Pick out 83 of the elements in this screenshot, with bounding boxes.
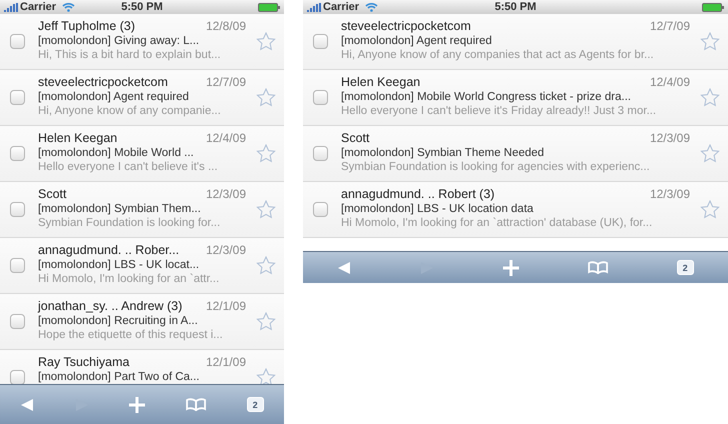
message-subject: [momolondon] Agent required: [341, 35, 493, 47]
message-snippet: Hope the etiquette of this request i...: [38, 329, 224, 341]
message-date: 12/3/09: [206, 243, 246, 257]
signal-icon: [4, 2, 18, 12]
checkbox[interactable]: [313, 202, 328, 217]
message-subject: [momolondon] Part Two of Ca...: [38, 371, 201, 383]
message-snippet: Hi Momolo, I'm looking for an `attr...: [38, 273, 220, 285]
star-icon[interactable]: [256, 88, 276, 107]
message-subject: [momolondon] Recruiting in A...: [38, 315, 199, 327]
wifi-icon: [62, 2, 76, 12]
message-date: 12/4/09: [650, 75, 690, 89]
sender-name: Scott: [341, 131, 370, 145]
sender-name: jonathan_sy. .. Andrew (3): [38, 299, 182, 313]
star-icon[interactable]: [256, 200, 276, 219]
book-icon[interactable]: [588, 261, 608, 274]
message-subject: [momolondon] Mobile World ...: [38, 147, 195, 159]
sender-name: Jeff Tupholme (3): [38, 19, 136, 33]
message-snippet: Hi, Anyone know of any companies that act as Agents for br...: [341, 49, 655, 61]
star-icon[interactable]: [256, 32, 276, 51]
back-icon[interactable]: [20, 398, 34, 412]
message-date: 12/7/09: [650, 19, 690, 33]
checkbox[interactable]: [10, 314, 25, 329]
sender-name: Helen Keegan: [38, 131, 118, 145]
message-subject: [momolondon] Agent required: [38, 91, 190, 103]
message-subject: [momolondon] Giving away: L...: [38, 35, 200, 47]
message-date: 12/3/09: [206, 187, 246, 201]
message-date: 12/3/09: [650, 131, 690, 145]
add-icon[interactable]: [129, 396, 146, 412]
battery-icon: [258, 2, 280, 12]
message-date: 12/8/09: [206, 19, 246, 33]
message-subject: [momolondon] LBS - UK location data: [341, 203, 534, 215]
message-snippet: Hi Momolo, I'm looking for an `attraction' database (UK), for...: [341, 217, 654, 229]
star-icon[interactable]: [700, 88, 720, 107]
carrier-name: Carrier: [323, 1, 360, 13]
message-snippet: Hello everyone I can't believe it's ...: [38, 161, 219, 173]
carrier-name: Carrier: [20, 1, 56, 13]
message-snippet: Symbian Foundation is looking for...: [38, 217, 222, 229]
book-icon[interactable]: [186, 398, 206, 411]
sender-name: Helen Keegan: [341, 75, 420, 89]
star-icon[interactable]: [700, 200, 720, 219]
add-icon[interactable]: [502, 260, 519, 276]
message-snippet: Hello everyone I can't believe it's Friday already!! Just 3 mor...: [341, 105, 658, 117]
sender-name: Ray Tsuchiyama: [38, 355, 130, 369]
star-icon[interactable]: [700, 32, 720, 51]
checkbox[interactable]: [10, 90, 25, 105]
message-date: 12/4/09: [206, 131, 246, 145]
status-time: 5:50 PM: [121, 1, 163, 13]
message-subject: [momolondon] Symbian Theme Needed: [341, 147, 546, 159]
checkbox[interactable]: [313, 90, 328, 105]
message-snippet: Hi, This is a bit hard to explain but...: [38, 49, 222, 61]
message-subject: [momolondon] Mobile World Congress ticket - prize dra...: [341, 91, 632, 103]
checkbox[interactable]: [10, 202, 25, 217]
message-subject: [momolondon] Symbian Them...: [38, 203, 202, 215]
star-icon[interactable]: [256, 368, 276, 384]
message-snippet: Hi, Anyone know of any companie...: [38, 105, 222, 117]
status-time: 5:50 PM: [494, 1, 536, 13]
message-snippet: Symbian Foundation is looking for agencies with experienc...: [341, 161, 651, 173]
checkbox[interactable]: [10, 258, 25, 273]
checkbox[interactable]: [10, 146, 25, 161]
sender-name: Scott: [38, 187, 66, 201]
message-date: 12/1/09: [206, 355, 246, 369]
checkbox[interactable]: [10, 370, 25, 384]
checkbox[interactable]: [313, 146, 328, 161]
checkbox[interactable]: [10, 34, 25, 49]
star-icon[interactable]: [256, 144, 276, 163]
message-subject: [momolondon] LBS - UK locat...: [38, 259, 200, 271]
message-date: 12/7/09: [206, 75, 246, 89]
battery-icon: [702, 2, 724, 12]
sender-name: annagudmund. .. Robert (3): [341, 187, 495, 201]
signal-icon: [307, 2, 321, 12]
checkbox[interactable]: [313, 34, 328, 49]
sender-name: steveelectricpocketcom: [38, 75, 168, 89]
star-icon[interactable]: [700, 144, 720, 163]
message-date: 12/3/09: [650, 187, 690, 201]
star-icon[interactable]: [256, 256, 276, 275]
wifi-icon: [365, 2, 378, 12]
message-date: 12/1/09: [206, 299, 246, 313]
star-icon[interactable]: [256, 312, 276, 331]
sender-name: annagudmund. .. Rober...: [38, 243, 180, 257]
tabs-button[interactable]: 2: [246, 397, 264, 412]
tabs-button[interactable]: 2: [676, 260, 694, 275]
back-icon[interactable]: [337, 260, 352, 274]
sender-name: steveelectricpocketcom: [341, 19, 471, 33]
